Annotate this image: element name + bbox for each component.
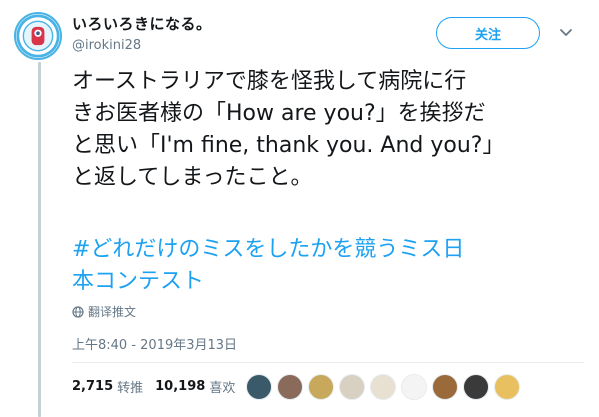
liker-avatar-6[interactable] xyxy=(401,374,427,400)
tweet-text: オーストラリアで膝を怪我して病院に行 きお医者様の「How are you?」を… xyxy=(72,66,572,194)
chevron-down-icon[interactable] xyxy=(558,26,574,40)
retweets-label[interactable]: 转推 xyxy=(117,377,143,396)
tweet-stats: 2,715 转推 10,198 喜欢 xyxy=(72,377,247,396)
liker-avatar-7[interactable] xyxy=(432,374,458,400)
liker-avatars xyxy=(246,374,520,400)
likes-label[interactable]: 喜欢 xyxy=(209,377,235,396)
liker-avatar-3[interactable] xyxy=(308,374,334,400)
avatar[interactable] xyxy=(14,12,62,60)
tweet-text-line: と返してしまったこと。 xyxy=(72,165,313,190)
tweet-text-line: きお医者様の「How are you?」を挨拶だ xyxy=(72,101,486,126)
tweet-header: いろいろきになる。 @irokini28 xyxy=(72,13,212,53)
globe-icon xyxy=(72,305,84,318)
translate-tweet-link[interactable]: 翻译推文 xyxy=(72,303,136,320)
retweets-count[interactable]: 2,715 xyxy=(72,379,113,394)
translate-label[interactable]: 翻译推文 xyxy=(88,303,136,320)
user-handle[interactable]: @irokini28 xyxy=(72,38,212,53)
divider xyxy=(72,362,584,363)
liker-avatar-9[interactable] xyxy=(494,374,520,400)
tweet-text-line: と思い「I'm fine, thank you. And you?」 xyxy=(72,133,505,158)
liker-avatar-1[interactable] xyxy=(246,374,272,400)
liker-avatar-8[interactable] xyxy=(463,374,489,400)
liker-avatar-2[interactable] xyxy=(277,374,303,400)
hashtag-link[interactable]: #どれだけのミスをしたかを競うミス日 本コンテスト xyxy=(72,234,572,298)
hashtag-line[interactable]: 本コンテスト xyxy=(72,266,572,298)
liker-avatar-5[interactable] xyxy=(370,374,396,400)
hashtag-line[interactable]: #どれだけのミスをしたかを競うミス日 xyxy=(72,234,572,266)
blue-ring-logo-avatar-icon xyxy=(16,14,60,58)
liker-avatar-4[interactable] xyxy=(339,374,365,400)
likes-count[interactable]: 10,198 xyxy=(155,379,205,394)
display-name[interactable]: いろいろきになる。 xyxy=(72,13,212,34)
timestamp[interactable]: 上午8:40 - 2019年3月13日 xyxy=(72,334,237,353)
follow-button[interactable]: 关注 xyxy=(436,17,540,49)
tweet-text-line: オーストラリアで膝を怪我して病院に行 xyxy=(72,69,467,94)
thread-line xyxy=(38,62,41,417)
